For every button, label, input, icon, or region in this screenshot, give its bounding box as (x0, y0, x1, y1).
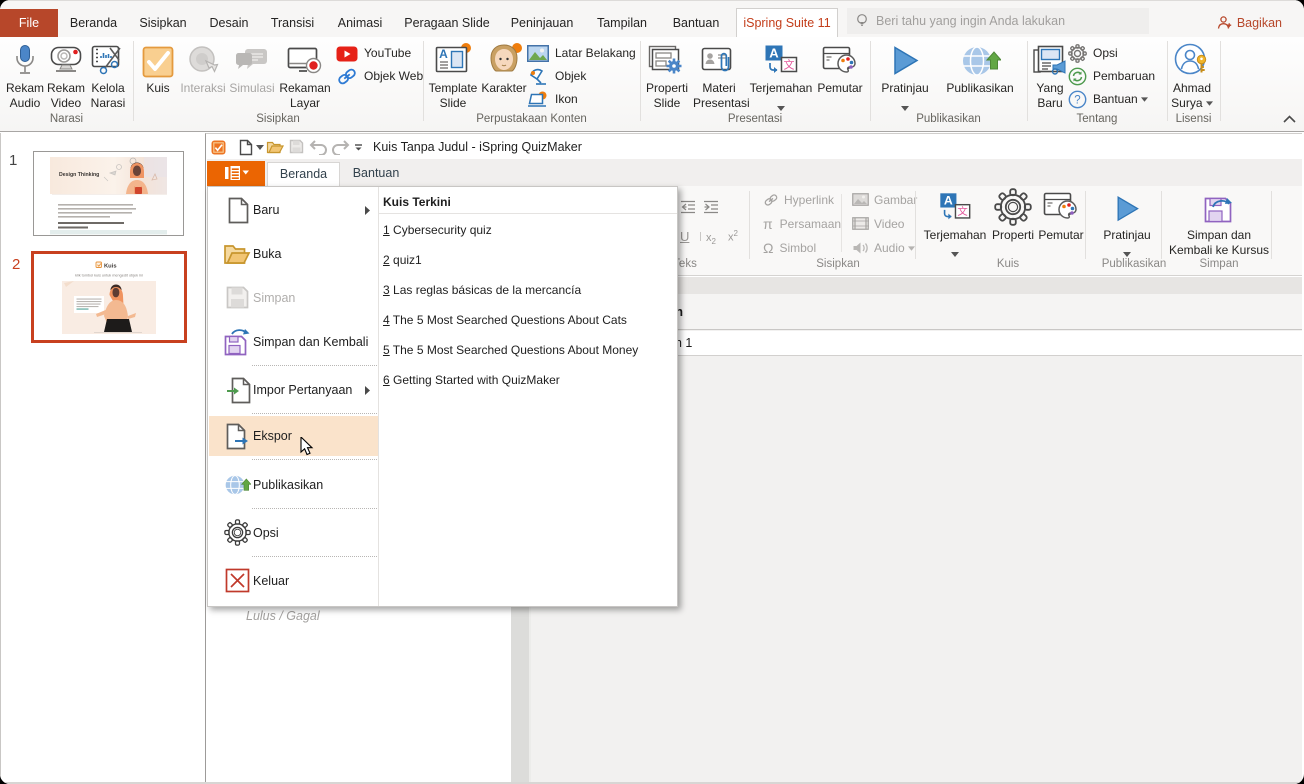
svg-text:文: 文 (957, 205, 968, 218)
svg-text:A: A (439, 47, 448, 61)
svg-text:A: A (944, 194, 953, 208)
svg-text:Design Thinking: Design Thinking (59, 172, 99, 178)
svg-text:Kuis: Kuis (104, 264, 117, 270)
svg-text:?: ? (1074, 95, 1080, 107)
svg-text:文: 文 (784, 58, 795, 72)
svg-text:klik tombol kuis untuk mengedi: klik tombol kuis untuk mengedit objek in… (75, 274, 143, 278)
svg-text:A: A (769, 46, 779, 61)
